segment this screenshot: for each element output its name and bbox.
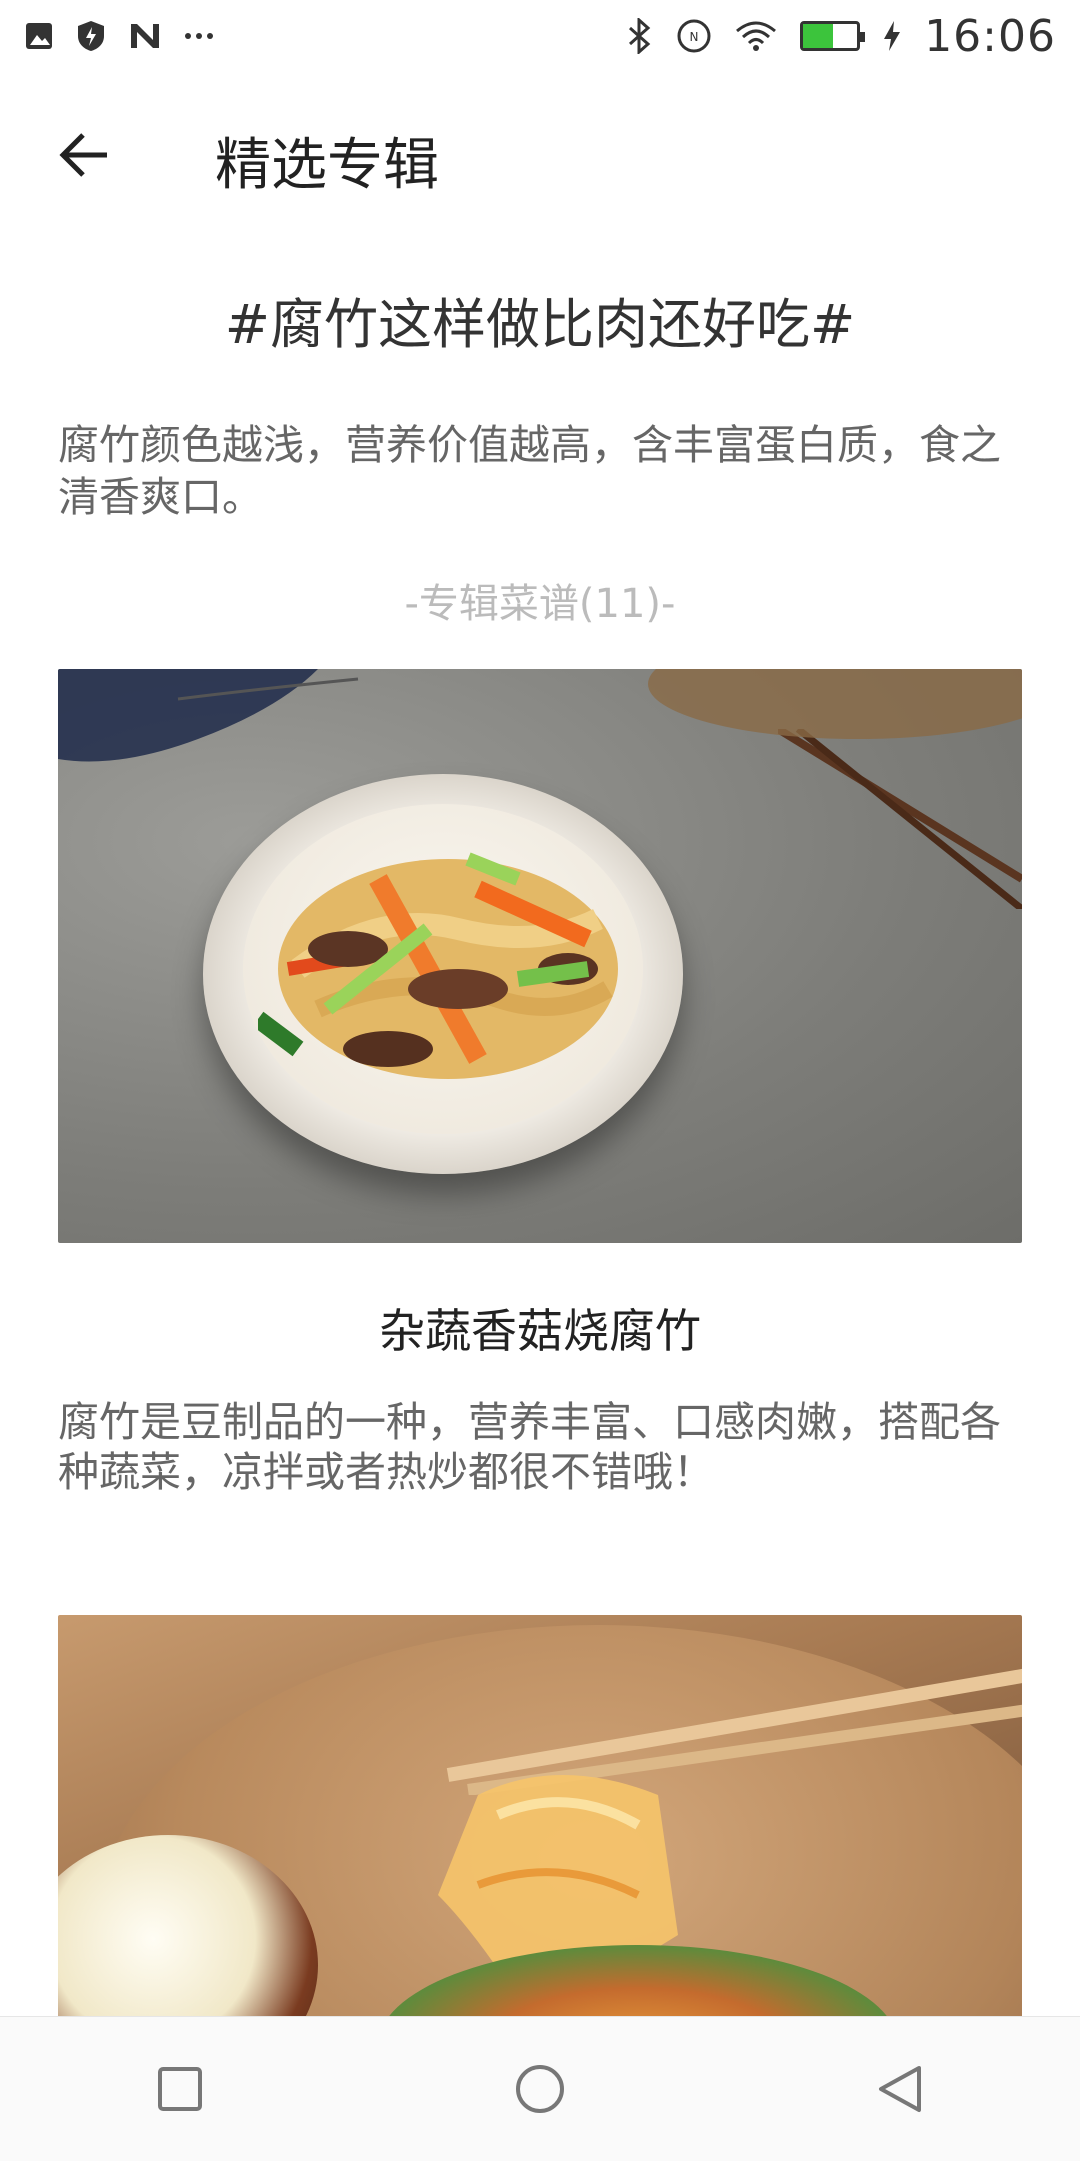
status-bar: N 16:06 <box>0 0 1080 72</box>
clock: 16:06 <box>924 10 1056 62</box>
charging-icon <box>882 19 902 53</box>
arrow-left-icon <box>59 133 107 177</box>
album-title: #腐竹这样做比肉还好吃# <box>224 293 856 356</box>
food-shape <box>258 852 618 1079</box>
battery-icon <box>800 21 866 51</box>
recipe-title: 杂蔬香菇烧腐竹 <box>379 1304 701 1358</box>
shield-bolt-icon <box>76 19 106 53</box>
app-bar: 精选专辑 <box>0 80 1080 230</box>
back-icon <box>879 2066 921 2112</box>
page-title: 精选专辑 <box>215 133 439 198</box>
status-left <box>24 19 214 53</box>
recents-button[interactable] <box>135 2044 225 2134</box>
recipe-image[interactable] <box>58 669 1022 1243</box>
gallery-icon <box>24 21 54 51</box>
battery-fill <box>803 24 833 48</box>
album-description: 腐竹颜色越浅，营养价值越高，含丰富蛋白质，食之清香爽口。 <box>58 421 1001 521</box>
album-recipe-count: -专辑菜谱(11)- <box>404 581 676 627</box>
nfc-icon: N <box>676 18 712 54</box>
status-right: N 16:06 <box>626 11 1056 62</box>
album-content[interactable]: #腐竹这样做比肉还好吃# 腐竹颜色越浅，营养价值越高，含丰富蛋白质，食之清香爽口… <box>58 270 1022 2055</box>
back-button[interactable] <box>50 120 120 190</box>
n-icon <box>128 21 162 51</box>
system-nav-bar <box>0 2016 1080 2161</box>
tray-shape <box>648 669 1022 739</box>
back-nav-button[interactable] <box>855 2044 945 2134</box>
recipe-card[interactable]: 杂蔬香菇烧腐竹 腐竹是豆制品的一种，营养丰富、口感肉嫩，搭配各种蔬菜，凉拌或者热… <box>58 669 1022 1497</box>
recipe-description: 腐竹是豆制品的一种，营养丰富、口感肉嫩，搭配各种蔬菜，凉拌或者热炒都很不错哦！ <box>58 1398 1001 1496</box>
chopsticks-shape <box>778 729 1022 909</box>
recents-icon <box>158 2067 202 2111</box>
napkin-shape <box>58 669 359 762</box>
more-icon <box>184 32 214 40</box>
recipe-image[interactable] <box>58 1615 1022 2055</box>
wifi-icon <box>734 19 778 53</box>
recipe-card[interactable] <box>58 1615 1022 2055</box>
home-icon <box>516 2065 564 2113</box>
bluetooth-icon <box>626 18 654 54</box>
svg-text:N: N <box>690 30 699 44</box>
home-button[interactable] <box>495 2044 585 2134</box>
